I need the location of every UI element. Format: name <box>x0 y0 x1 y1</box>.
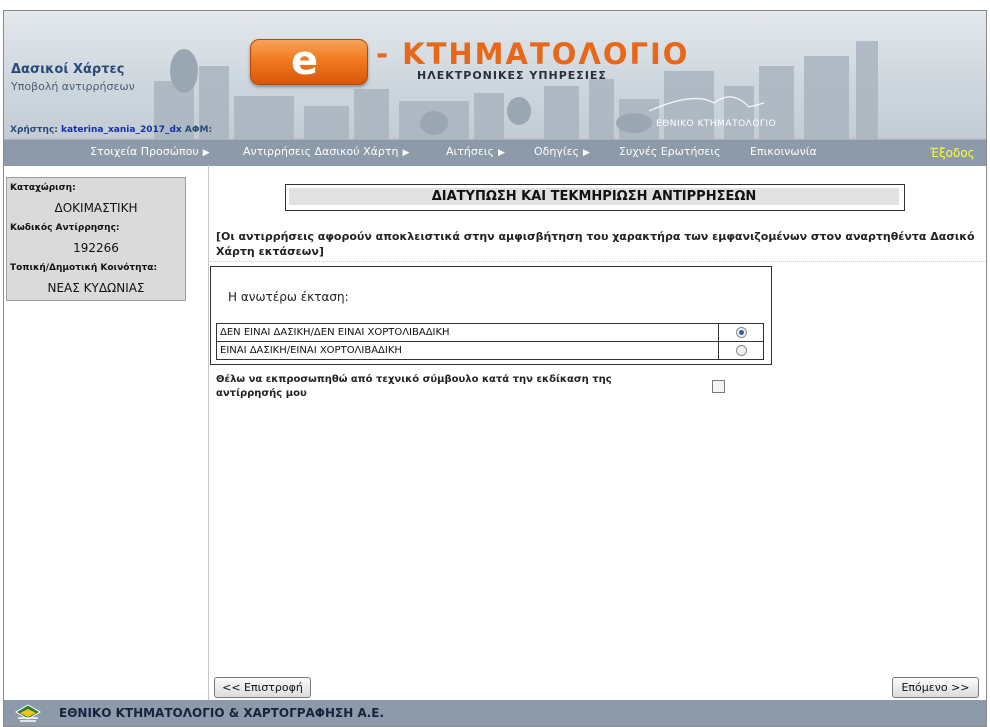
username-link[interactable]: katerina_xania_2017_dx <box>61 125 182 135</box>
option-row: ΔΕΝ ΕΙΝΑΙ ΔΑΣΙΚΗ/ΔΕΝ ΕΙΝΑΙ ΧΟΡΤΟΛΙΒΑΔΙΚΗ <box>216 323 764 342</box>
registration-value: ΔΟΚΙΜΑΣΤΙΚΗ <box>54 201 138 215</box>
objection-notice: [Οι αντιρρήσεις αφορούν αποκλειστικά στη… <box>216 230 975 258</box>
section-subtitle: Υποβολή αντιρρήσεων <box>11 80 135 93</box>
question-label: Η ανωτέρω έκταση: <box>228 290 349 304</box>
app-window: Δασικοί Χάρτες Υποβολή αντιρρήσεων Χρήστ… <box>3 10 987 727</box>
option-label: ΕΙΝΑΙ ΔΑΣΙΚΗ/ΕΙΝΑΙ ΧΟΡΤΟΛΙΒΑΔΙΚΗ <box>216 341 719 360</box>
nav-label: Αντιρρήσεις Δασικού Χάρτη <box>243 145 399 158</box>
logo-letter: e <box>291 38 319 84</box>
option-radio-cell <box>718 323 764 342</box>
option-label: ΔΕΝ ΕΙΝΑΙ ΔΑΣΙΚΗ/ΔΕΝ ΕΙΝΑΙ ΧΟΡΤΟΛΙΒΑΔΙΚΗ <box>216 323 719 342</box>
header-banner: Δασικοί Χάρτες Υποβολή αντιρρήσεων Χρήστ… <box>4 11 986 139</box>
page-title-box: ΔΙΑΤΥΠΩΣΗ ΚΑΙ ΤΕΚΜΗΡΙΩΣΗ ΑΝΤΙΡΡΗΣΕΩΝ <box>285 184 905 211</box>
objection-info-panel: Καταχώριση: ΔΟΚΙΜΑΣΤΙΚΗ Κωδικός Αντίρρησ… <box>6 177 186 301</box>
nav-label: Συχνές Ερωτήσεις <box>619 145 721 158</box>
option-row: ΕΙΝΑΙ ΔΑΣΙΚΗ/ΕΙΝΑΙ ΧΟΡΤΟΛΙΒΑΔΙΚΗ <box>216 341 764 360</box>
options-table: ΔΕΝ ΕΙΝΑΙ ΔΑΣΙΚΗ/ΔΕΝ ΕΙΝΑΙ ΧΟΡΤΟΛΙΒΑΔΙΚΗ… <box>216 323 764 360</box>
sidebar-divider <box>208 165 209 700</box>
page-title: ΔΙΑΤΥΠΩΣΗ ΚΑΙ ΤΕΚΜΗΡΙΩΣΗ ΑΝΤΙΡΡΗΣΕΩΝ <box>289 188 899 205</box>
objection-code-value: 192266 <box>73 241 119 255</box>
objection-code-label: Κωδικός Αντίρρησης: <box>10 223 120 233</box>
land-character-question: Η ανωτέρω έκταση: ΔΕΝ ΕΙΝΑΙ ΔΑΣΙΚΗ/ΔΕΝ Ε… <box>210 266 772 365</box>
nav-contact[interactable]: Επικοινωνία <box>750 145 817 158</box>
nav-personal-data[interactable]: Στοιχεία Προσώπου ▶ <box>90 145 210 158</box>
divider <box>210 261 986 263</box>
logo-title: - ΚΤΗΜΑΤΟΛΟΓΙΟ <box>376 37 690 71</box>
afm-label: ΑΦΜ: <box>184 125 213 135</box>
back-button[interactable]: << Επιστροφή <box>214 677 311 698</box>
nav-label: Επικοινωνία <box>750 145 817 158</box>
nav-faq[interactable]: Συχνές Ερωτήσεις <box>619 145 721 158</box>
option-radio-cell <box>718 341 764 360</box>
nav-applications[interactable]: Αιτήσεις ▶ <box>446 145 505 158</box>
technical-consultant-label: Θέλω να εκπροσωπηθώ από τεχνικό σύμβουλο… <box>216 374 612 399</box>
e-logo: e <box>250 38 368 85</box>
brand-text: ΕΘΝΙΚΟ ΚΤΗΜΑΤΟΛΟΓΙΟ <box>656 119 777 129</box>
registration-label: Καταχώριση: <box>10 183 76 193</box>
technical-consultant-checkbox[interactable] <box>712 380 725 393</box>
organization-logo-icon <box>15 704 41 722</box>
community-value: ΝΕΑΣ ΚΥΔΩΝΙΑΣ <box>47 281 145 295</box>
chevron-right-icon: ▶ <box>583 148 590 158</box>
footer-bar: ΕΘΝΙΚΟ ΚΤΗΜΑΤΟΛΟΓΙΟ & ΧΑΡΤΟΓΡΑΦΗΣΗ Α.Ε. <box>4 700 986 726</box>
chevron-right-icon: ▶ <box>497 148 505 158</box>
nav-label: Αιτήσεις <box>446 145 494 158</box>
user-prefix: Χρήστης: <box>10 125 58 135</box>
exit-link[interactable]: Έξοδος <box>930 146 975 160</box>
nav-instructions[interactable]: Οδηγίες ▶ <box>534 145 590 158</box>
chevron-right-icon: ▶ <box>202 148 210 158</box>
chevron-right-icon: ▶ <box>402 148 410 158</box>
community-label: Τοπική/Δημοτική Κοινότητα: <box>10 263 158 273</box>
user-info: Χρήστης: katerina_xania_2017_dx ΑΦΜ: <box>10 125 212 135</box>
nav-label: Στοιχεία Προσώπου <box>90 145 199 158</box>
not-forest-radio[interactable] <box>735 326 747 338</box>
main-navbar: Στοιχεία Προσώπου ▶ Αντιρρήσεις Δασικού Χ… <box>4 139 986 166</box>
nav-forest-map-objections[interactable]: Αντιρρήσεις Δασικού Χάρτη ▶ <box>243 145 409 158</box>
section-title: Δασικοί Χάρτες <box>11 62 125 77</box>
nav-label: Οδηγίες <box>534 145 579 158</box>
is-forest-radio[interactable] <box>735 344 747 356</box>
logo-subtitle: ΗΛΕΚΤΡΟΝΙΚΕΣ ΥΠΗΡΕΣΙΕΣ <box>417 69 607 82</box>
next-button[interactable]: Επόμενο >> <box>892 677 979 698</box>
footer-org-name: ΕΘΝΙΚΟ ΚΤΗΜΑΤΟΛΟΓΙΟ & ΧΑΡΤΟΓΡΑΦΗΣΗ Α.Ε. <box>59 706 385 720</box>
